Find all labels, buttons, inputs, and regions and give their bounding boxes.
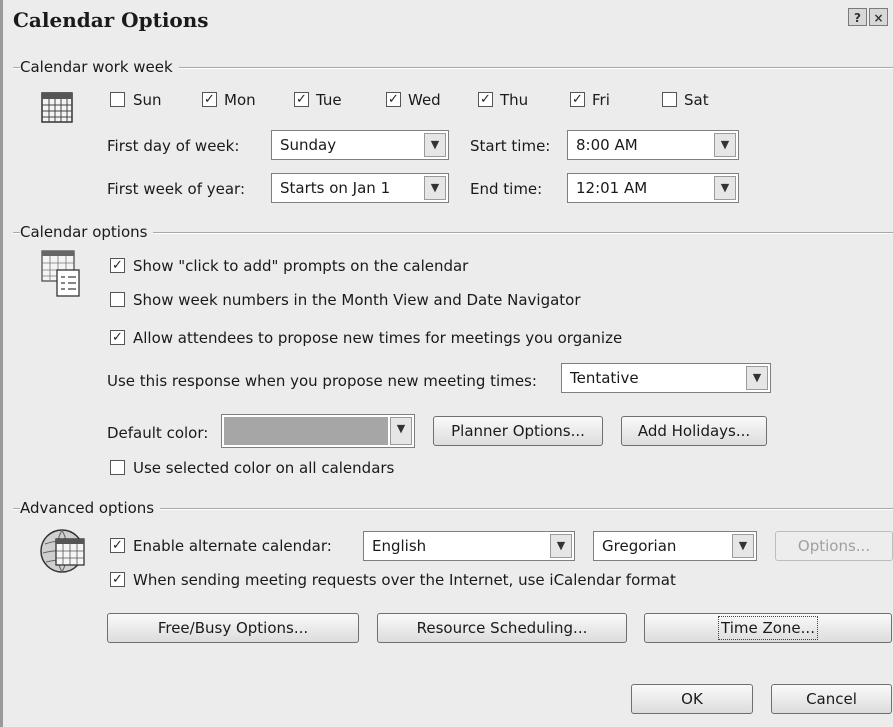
globe-calendar-icon xyxy=(40,529,85,573)
ok-button[interactable]: OK xyxy=(631,684,753,714)
show-week-numbers-checkbox[interactable] xyxy=(110,292,125,307)
end-time-label: End time: xyxy=(470,180,543,198)
time-zone-button[interactable]: Time Zone... xyxy=(644,613,892,643)
wed-label: Wed xyxy=(408,91,441,109)
icalendar-label: When sending meeting requests over the I… xyxy=(133,571,676,589)
sun-label: Sun xyxy=(133,91,162,109)
first-week-label: First week of year: xyxy=(107,180,245,198)
alternate-calendar-label: Enable alternate calendar: xyxy=(133,537,332,555)
cancel-button[interactable]: Cancel xyxy=(771,684,892,714)
response-value: Tentative xyxy=(570,369,639,387)
alternate-language-select[interactable]: English ▼ xyxy=(363,531,575,561)
chevron-down-icon[interactable]: ▼ xyxy=(390,417,412,445)
tue-checkbox[interactable]: ✓ xyxy=(294,92,309,107)
icalendar-checkbox[interactable]: ✓ xyxy=(110,572,125,587)
sat-checkbox[interactable] xyxy=(662,92,677,107)
show-week-numbers-label: Show week numbers in the Month View and … xyxy=(133,291,581,309)
start-time-value: 8:00 AM xyxy=(576,136,638,154)
alternate-type-select[interactable]: Gregorian ▼ xyxy=(593,531,757,561)
show-click-to-add-label: Show "click to add" prompts on the calen… xyxy=(133,257,469,275)
chevron-down-icon[interactable]: ▼ xyxy=(550,534,572,558)
chevron-down-icon[interactable]: ▼ xyxy=(714,176,736,200)
color-swatch xyxy=(224,417,388,445)
allow-propose-checkbox[interactable]: ✓ xyxy=(110,330,125,345)
fri-checkbox[interactable]: ✓ xyxy=(570,92,585,107)
time-zone-label: Time Zone... xyxy=(718,616,818,640)
resource-scheduling-button[interactable]: Resource Scheduling... xyxy=(377,613,627,643)
first-day-value: Sunday xyxy=(280,136,337,154)
use-selected-color-label: Use selected color on all calendars xyxy=(133,459,395,477)
allow-propose-label: Allow attendees to propose new times for… xyxy=(133,329,623,347)
default-color-label: Default color: xyxy=(107,424,209,442)
start-time-label: Start time: xyxy=(470,137,551,155)
alternate-language-value: English xyxy=(372,537,427,555)
tue-label: Tue xyxy=(316,91,342,109)
use-selected-color-checkbox[interactable] xyxy=(110,460,125,475)
chevron-down-icon[interactable]: ▼ xyxy=(424,176,446,200)
chevron-down-icon[interactable]: ▼ xyxy=(714,133,736,157)
calendar-checklist-icon xyxy=(41,250,80,297)
first-week-value: Starts on Jan 1 xyxy=(280,179,391,197)
end-time-value: 12:01 AM xyxy=(576,179,648,197)
response-label: Use this response when you propose new m… xyxy=(107,372,537,390)
sat-label: Sat xyxy=(684,91,709,109)
advanced-header: Advanced options xyxy=(20,499,161,517)
dialog-title: Calendar Options xyxy=(13,8,209,32)
alternate-options-button[interactable]: Options... xyxy=(775,531,893,561)
chevron-down-icon[interactable]: ▼ xyxy=(746,366,768,390)
wed-checkbox[interactable]: ✓ xyxy=(386,92,401,107)
work-week-header: Calendar work week xyxy=(20,58,179,76)
end-time-select[interactable]: 12:01 AM ▼ xyxy=(567,173,739,203)
chevron-down-icon[interactable]: ▼ xyxy=(732,534,754,558)
first-day-label: First day of week: xyxy=(107,137,240,155)
calendar-options-dialog: Calendar Options ? × Calendar work week … xyxy=(0,0,893,727)
close-button[interactable]: × xyxy=(869,8,888,26)
calendar-options-header: Calendar options xyxy=(20,223,154,241)
add-holidays-button[interactable]: Add Holidays... xyxy=(621,416,767,446)
sun-checkbox[interactable] xyxy=(110,92,125,107)
show-click-to-add-checkbox[interactable]: ✓ xyxy=(110,258,125,273)
alternate-calendar-checkbox[interactable]: ✓ xyxy=(110,538,125,553)
title-bar: Calendar Options ? × xyxy=(3,0,893,36)
mon-label: Mon xyxy=(224,91,256,109)
response-select[interactable]: Tentative ▼ xyxy=(561,363,771,393)
default-color-select[interactable]: ▼ xyxy=(221,414,415,448)
help-button[interactable]: ? xyxy=(848,8,867,26)
chevron-down-icon[interactable]: ▼ xyxy=(424,133,446,157)
thu-label: Thu xyxy=(500,91,529,109)
first-week-select[interactable]: Starts on Jan 1 ▼ xyxy=(271,173,449,203)
thu-checkbox[interactable]: ✓ xyxy=(478,92,493,107)
start-time-select[interactable]: 8:00 AM ▼ xyxy=(567,130,739,160)
free-busy-options-button[interactable]: Free/Busy Options... xyxy=(107,613,359,643)
fri-label: Fri xyxy=(592,91,610,109)
mon-checkbox[interactable]: ✓ xyxy=(202,92,217,107)
calendar-grid-icon xyxy=(41,92,73,123)
alternate-type-value: Gregorian xyxy=(602,537,677,555)
planner-options-button[interactable]: Planner Options... xyxy=(433,416,603,446)
first-day-select[interactable]: Sunday ▼ xyxy=(271,130,449,160)
